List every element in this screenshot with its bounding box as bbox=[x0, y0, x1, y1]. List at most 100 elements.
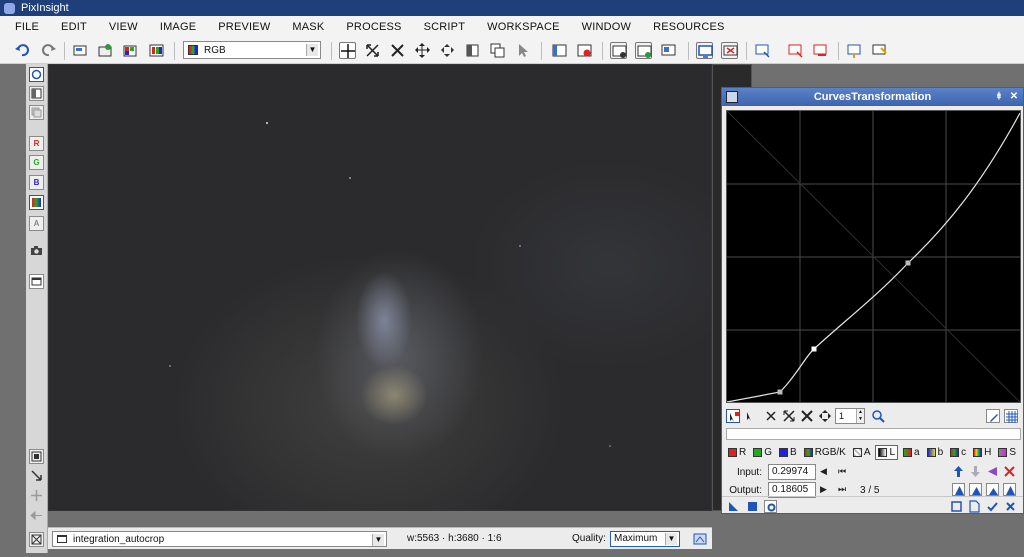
new-image-icon[interactable] bbox=[72, 42, 89, 59]
crosshair-mode-icon[interactable] bbox=[339, 42, 356, 59]
screen-off-icon[interactable] bbox=[721, 42, 738, 59]
alpha-channel-button[interactable]: A bbox=[29, 216, 44, 231]
redo-icon[interactable] bbox=[40, 42, 57, 59]
input-field[interactable]: 0.29974 bbox=[768, 464, 816, 480]
spinner-arrows-icon[interactable]: ▲ ▼ bbox=[856, 409, 864, 423]
first-point-icon[interactable]: ⏮ bbox=[838, 466, 846, 477]
preview-store-icon[interactable] bbox=[846, 42, 863, 59]
image-view[interactable] bbox=[48, 64, 712, 511]
stf-icon[interactable] bbox=[610, 42, 627, 59]
browse-doc-icon[interactable] bbox=[950, 500, 963, 513]
grid-toggle-icon[interactable] bbox=[1004, 409, 1018, 423]
menu-preview[interactable]: PREVIEW bbox=[209, 21, 283, 33]
stf-auto-icon[interactable] bbox=[635, 42, 652, 59]
circle-select-icon[interactable] bbox=[29, 67, 44, 82]
blue-channel-button[interactable]: B bbox=[29, 175, 44, 190]
rgb-channel-button[interactable] bbox=[29, 195, 44, 210]
zoom-spinner[interactable]: 1 ▲ ▼ bbox=[835, 408, 865, 424]
prev-point-icon[interactable]: ◀ bbox=[820, 466, 827, 477]
select-point-icon[interactable] bbox=[744, 409, 758, 423]
track-view-icon[interactable] bbox=[968, 500, 981, 513]
curve-point[interactable] bbox=[905, 260, 911, 266]
real-time-preview-icon[interactable] bbox=[764, 500, 777, 513]
apply-global-icon[interactable] bbox=[746, 500, 759, 513]
zoom-1to1-icon[interactable] bbox=[29, 449, 44, 464]
channel-l[interactable]: L bbox=[875, 444, 899, 460]
rgb-view-icon[interactable] bbox=[148, 42, 165, 59]
cubic-interp-icon[interactable] bbox=[969, 483, 982, 496]
color-process-icon[interactable] bbox=[122, 42, 139, 59]
menu-edit[interactable]: EDIT bbox=[52, 21, 100, 33]
undo-icon[interactable] bbox=[14, 42, 31, 59]
view-select[interactable]: integration_autocrop ▼ bbox=[52, 531, 387, 547]
move-up-icon[interactable] bbox=[952, 465, 965, 478]
green-channel-button[interactable]: G bbox=[29, 155, 44, 170]
window-icon[interactable] bbox=[29, 274, 44, 289]
fit-window-icon[interactable] bbox=[29, 532, 44, 547]
menu-view[interactable]: VIEW bbox=[100, 21, 151, 33]
channel-r[interactable]: R bbox=[726, 446, 748, 459]
screen-icon[interactable] bbox=[696, 42, 713, 59]
quality-select[interactable]: Maximum ▼ bbox=[610, 531, 680, 547]
channel-c[interactable]: c bbox=[948, 446, 968, 459]
next-point-icon[interactable]: ▶ bbox=[820, 484, 827, 495]
zoom-in-icon[interactable] bbox=[782, 409, 796, 423]
menu-image[interactable]: IMAGE bbox=[151, 21, 209, 33]
preview-delete-icon[interactable] bbox=[787, 42, 804, 59]
channel-b[interactable]: B bbox=[777, 446, 799, 459]
menu-resources[interactable]: RESOURCES bbox=[644, 21, 737, 33]
zoom-in-mode-icon[interactable] bbox=[389, 42, 406, 59]
move-mode-icon[interactable] bbox=[439, 42, 456, 59]
ok-icon[interactable] bbox=[986, 500, 999, 513]
menu-script[interactable]: SCRIPT bbox=[415, 21, 479, 33]
menu-window[interactable]: WINDOW bbox=[573, 21, 644, 33]
preview-swap-icon[interactable] bbox=[871, 42, 888, 59]
preview-delete-all-icon[interactable] bbox=[812, 42, 829, 59]
move-down-icon[interactable] bbox=[969, 465, 982, 478]
invert-icon[interactable] bbox=[986, 465, 999, 478]
close-image-icon[interactable] bbox=[576, 42, 593, 59]
last-point-icon[interactable]: ⏭ bbox=[838, 484, 846, 495]
zoom-out-icon[interactable] bbox=[800, 409, 814, 423]
curve-point[interactable] bbox=[811, 346, 817, 352]
stf-reset-icon[interactable] bbox=[660, 42, 677, 59]
delete-point-icon[interactable] bbox=[764, 409, 778, 423]
red-channel-button[interactable]: R bbox=[29, 136, 44, 151]
explorer-icon[interactable] bbox=[551, 42, 568, 59]
linear-interp-icon[interactable] bbox=[952, 483, 965, 496]
pan-icon[interactable] bbox=[818, 409, 832, 423]
duplicate-view-icon[interactable] bbox=[489, 42, 506, 59]
pencil-icon[interactable] bbox=[986, 409, 1000, 423]
channel-h[interactable]: H bbox=[971, 446, 993, 459]
channel-b-star[interactable]: b bbox=[925, 446, 946, 459]
mask-view-icon[interactable] bbox=[464, 42, 481, 59]
split-view-icon[interactable] bbox=[29, 86, 44, 101]
channel-g[interactable]: G bbox=[751, 446, 774, 459]
channel-rgbk[interactable]: RGB/K bbox=[802, 446, 848, 459]
channel-s[interactable]: S bbox=[996, 446, 1018, 459]
menu-workspace[interactable]: WORKSPACE bbox=[478, 21, 573, 33]
resize-arrow-icon[interactable] bbox=[29, 469, 44, 484]
channel-select[interactable]: RGB ▼ bbox=[183, 41, 321, 59]
edit-point-icon[interactable] bbox=[726, 409, 740, 423]
new-instance-icon[interactable] bbox=[727, 500, 740, 513]
menu-mask[interactable]: MASK bbox=[283, 21, 337, 33]
process-container-icon[interactable] bbox=[97, 42, 114, 59]
channel-a[interactable]: A bbox=[851, 446, 873, 459]
akima-interp-icon[interactable] bbox=[986, 483, 999, 496]
pointer-icon[interactable] bbox=[514, 42, 531, 59]
camera-icon[interactable] bbox=[29, 244, 44, 259]
menu-file[interactable]: FILE bbox=[6, 21, 52, 33]
reset-curve-icon[interactable] bbox=[1003, 465, 1016, 478]
pan-mode-icon[interactable] bbox=[414, 42, 431, 59]
shade-icon[interactable]: ⯒ bbox=[993, 90, 1005, 104]
reset-icon[interactable] bbox=[1004, 500, 1017, 513]
curve-editor[interactable] bbox=[726, 110, 1021, 403]
readout-icon[interactable] bbox=[693, 532, 707, 546]
close-icon[interactable]: ✕ bbox=[1008, 90, 1020, 104]
channel-a-star[interactable]: a bbox=[901, 446, 922, 459]
preview-new-icon[interactable] bbox=[754, 42, 771, 59]
curve-point[interactable] bbox=[777, 389, 783, 395]
magnifier-icon[interactable] bbox=[871, 409, 885, 423]
layers-icon[interactable] bbox=[29, 105, 44, 120]
